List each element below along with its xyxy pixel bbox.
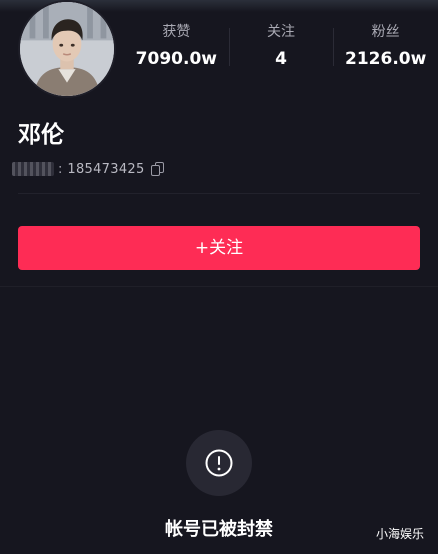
stat-following[interactable]: 关注 4 <box>228 22 334 82</box>
avatar[interactable] <box>18 0 116 98</box>
stat-following-label: 关注 <box>267 24 295 40</box>
blurred-id-label <box>12 162 54 176</box>
stat-likes-value: 7090.0w <box>135 49 217 69</box>
profile-name: 邓伦 <box>18 122 64 148</box>
stat-following-value: 4 <box>275 49 287 69</box>
avatar-photo <box>20 2 114 96</box>
profile-screen: 获赞 7090.0w 关注 4 粉丝 2126.0w 邓伦 : 18547342… <box>0 0 438 554</box>
watermark: 小海娱乐 <box>375 527 424 541</box>
account-banned-message: 帐号已被封禁 <box>165 519 273 540</box>
id-colon: : <box>58 162 64 177</box>
exclamation-circle-icon <box>186 430 252 496</box>
stats-bar: 获赞 7090.0w 关注 4 粉丝 2126.0w <box>124 22 438 82</box>
section-divider <box>0 286 438 287</box>
stat-followers-label: 粉丝 <box>371 24 400 40</box>
follow-button-label: +关注 <box>194 238 244 258</box>
account-id-row: : 185473425 <box>12 158 165 180</box>
stat-likes[interactable]: 获赞 7090.0w <box>124 22 229 82</box>
stat-likes-label: 获赞 <box>162 24 191 40</box>
profile-divider <box>18 193 420 194</box>
stat-followers-value: 2126.0w <box>345 49 427 69</box>
account-id: 185473425 <box>67 161 145 177</box>
copy-icon[interactable] <box>150 162 165 176</box>
stat-followers[interactable]: 粉丝 2126.0w <box>333 22 438 82</box>
follow-button[interactable]: +关注 <box>18 226 420 270</box>
